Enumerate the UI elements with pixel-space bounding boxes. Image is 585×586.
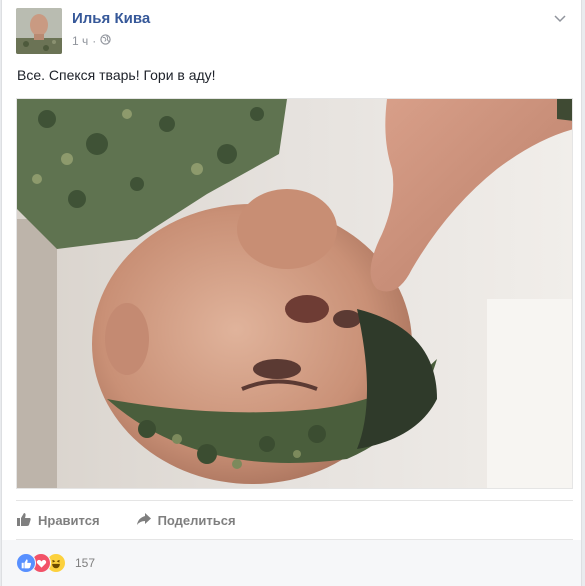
author-avatar[interactable] (16, 8, 62, 54)
post-meta: 1 ч · (72, 34, 111, 48)
chevron-down-icon[interactable] (552, 10, 568, 26)
author-name[interactable]: Илья Кива (72, 10, 150, 27)
globe-icon[interactable] (100, 34, 111, 48)
meta-separator: · (92, 34, 97, 48)
share-label: Поделиться (157, 512, 236, 528)
post-time[interactable]: 1 ч (72, 34, 88, 48)
share-button[interactable]: Поделиться (136, 511, 236, 530)
share-arrow-icon (136, 511, 158, 530)
reactions-bar: 157 (2, 540, 581, 586)
like-reaction-icon (16, 553, 36, 573)
thumbs-up-icon (16, 511, 38, 530)
post-photo[interactable] (16, 98, 573, 489)
like-button[interactable]: Нравится (16, 511, 100, 530)
post-text: Все. Спекся тварь! Гори в аду! (17, 67, 216, 83)
reactions-summary[interactable]: 157 (16, 553, 95, 573)
post-header: Илья Кива 1 ч · (16, 8, 568, 54)
reaction-count[interactable]: 157 (75, 556, 95, 570)
like-label: Нравится (38, 512, 100, 528)
post-actions: Нравится Поделиться (16, 500, 573, 540)
post-card: Илья Кива 1 ч · Все. Спекся тварь! Гори … (1, 0, 582, 586)
